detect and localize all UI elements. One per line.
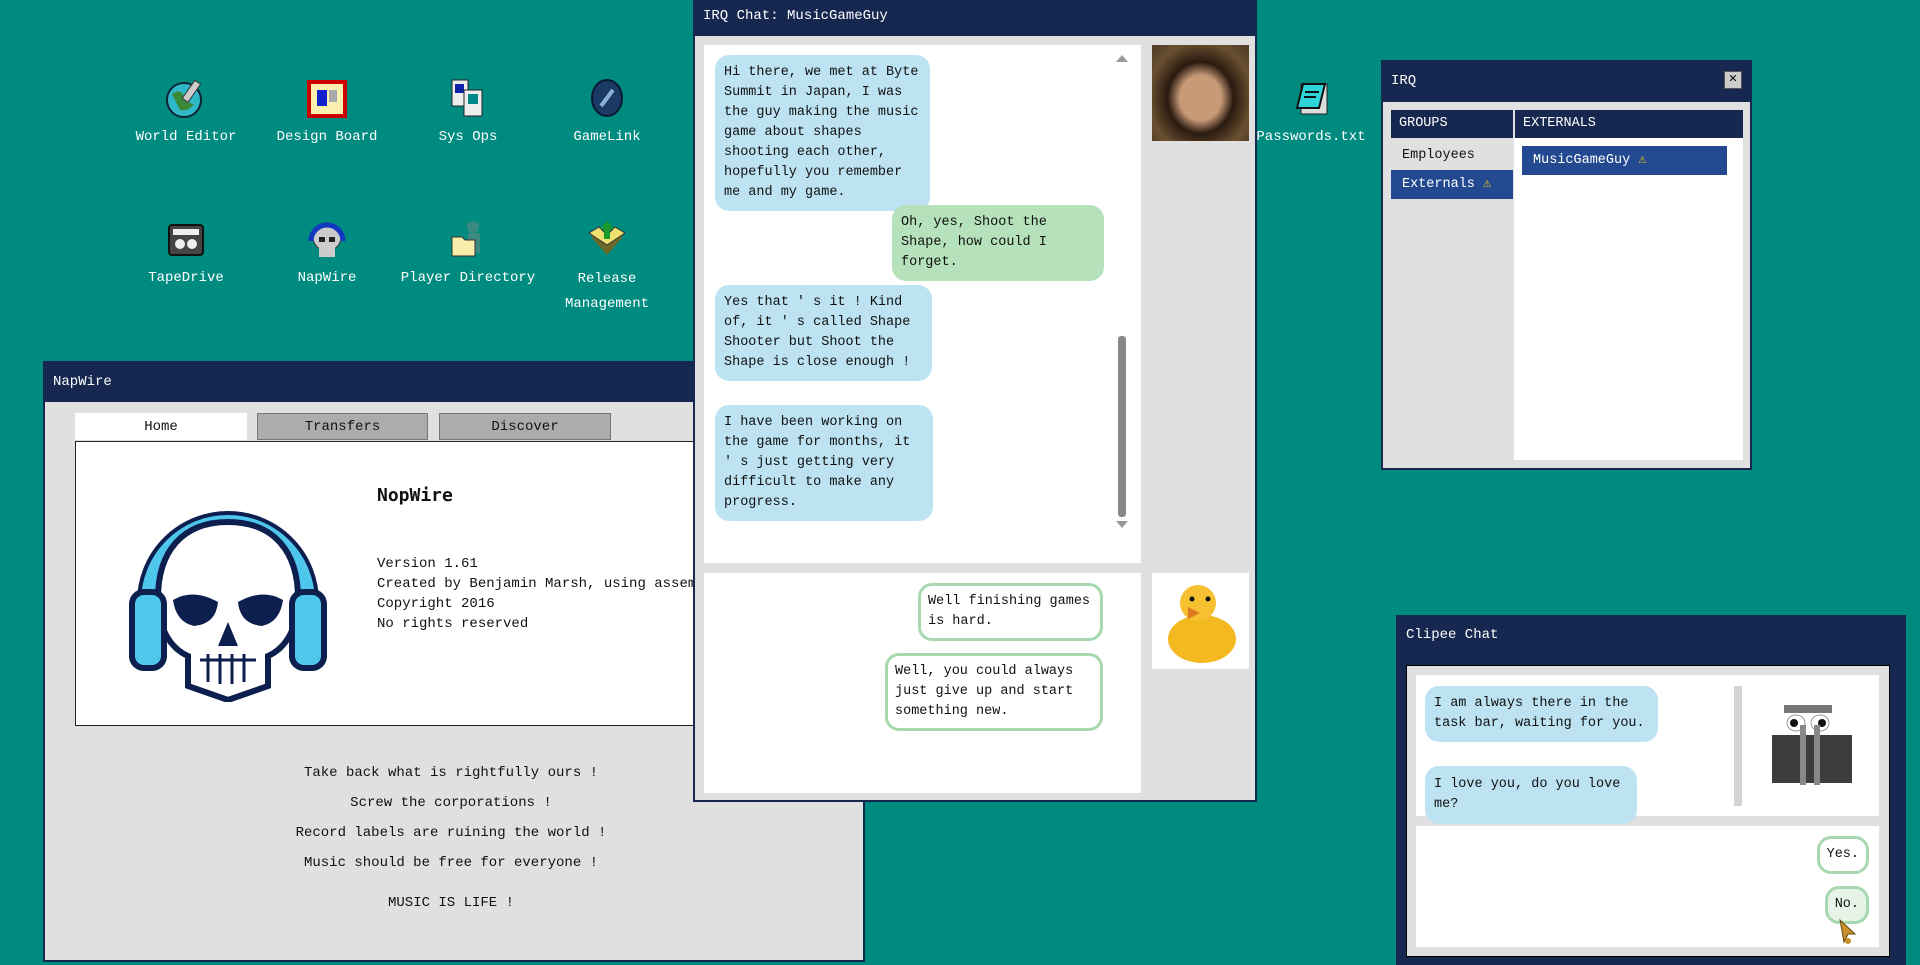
message-outgoing: Oh, yes, Shoot the Shape, how could I fo… xyxy=(892,205,1104,281)
window-title: IRQ Chat: MusicGameGuy xyxy=(703,8,888,24)
clipee-frame: I am always there in the task bar, waiti… xyxy=(1406,665,1890,957)
desktop-icon-label: NapWire xyxy=(297,270,357,286)
desktop-icon-label: GameLink xyxy=(573,129,641,145)
message-incoming: I have been working on the game for mont… xyxy=(715,405,933,521)
clipee-paperclip-avatar xyxy=(1772,705,1852,785)
desktop-icon-design-board[interactable]: Design Board xyxy=(252,76,402,148)
author-text: Created by Benjamin Marsh, using assembl… xyxy=(377,576,730,592)
skull-headphones-logo xyxy=(129,511,327,702)
irq-chat-titlebar[interactable]: IRQ Chat: MusicGameGuy xyxy=(695,0,1255,36)
reply-yes[interactable]: Yes. xyxy=(1816,836,1869,874)
mouse-cursor-icon xyxy=(1839,918,1857,944)
scrollbar-thumb[interactable] xyxy=(1118,336,1126,517)
desktop-icon-world-editor[interactable]: World Editor xyxy=(111,76,261,148)
message-incoming: Hi there, we met at Byte Summit in Japan… xyxy=(715,55,930,211)
group-employees[interactable]: Employees xyxy=(1391,142,1513,170)
computers-icon xyxy=(451,79,483,117)
slogan: Music should be free for everyone ! xyxy=(303,855,599,871)
irq-window: IRQ ✕ GROUPS EXTERNALS Employees Externa… xyxy=(1381,60,1752,470)
irq-chat-window: IRQ Chat: MusicGameGuy Hi there, we met … xyxy=(693,0,1257,802)
contact-name: MusicGameGuy xyxy=(1533,153,1631,168)
clipee-titlebar[interactable]: Clipee Chat xyxy=(1398,617,1904,659)
rubber-duck-icon xyxy=(1168,585,1236,663)
contact-avatar xyxy=(1152,45,1249,141)
desktop-icon-player-directory[interactable]: Player Directory xyxy=(393,217,543,289)
box-arrow-icon xyxy=(588,221,626,255)
folder-user-icon xyxy=(451,221,480,257)
desktop-icon-label: Design Board xyxy=(276,129,378,145)
message-incoming: I love you, do you love me? xyxy=(1425,766,1637,824)
notepad-icon xyxy=(1295,83,1328,115)
external-contact-musicgameguy[interactable]: MusicGameGuy ⚠ xyxy=(1522,146,1727,175)
message-history[interactable]: Hi there, we met at Byte Summit in Japan… xyxy=(704,45,1141,563)
motto: MUSIC IS LIFE ! xyxy=(387,895,515,911)
groups-header: GROUPS xyxy=(1391,110,1513,138)
desktop-icon-release-management[interactable]: Release Management xyxy=(532,217,682,317)
version-text: Version 1.61 xyxy=(377,556,478,572)
desktop-icon-napwire[interactable]: NapWire xyxy=(252,217,402,289)
desktop-icon-label: Passwords.txt xyxy=(1256,129,1366,145)
close-icon: ✕ xyxy=(1728,72,1738,87)
desktop-icon-label: Sys Ops xyxy=(438,129,498,145)
globe-pencil-icon xyxy=(166,79,202,118)
window-title: Clipee Chat xyxy=(1406,627,1499,643)
irq-titlebar[interactable]: IRQ xyxy=(1383,62,1750,102)
externals-header: EXTERNALS xyxy=(1515,110,1743,138)
rights-text: No rights reserved xyxy=(377,616,529,632)
skull-headphones-icon xyxy=(308,222,346,257)
externals-list: MusicGameGuy ⚠ xyxy=(1514,138,1743,460)
tab-home[interactable]: Home xyxy=(75,413,247,440)
link-icon xyxy=(591,79,623,117)
clipee-messages: I am always there in the task bar, waiti… xyxy=(1416,675,1879,824)
desktop-icon-label: Player Directory xyxy=(400,270,536,286)
desktop-icon-gamelink[interactable]: GameLink xyxy=(532,76,682,148)
clipee-chat-window: Clipee Chat I am always there in the tas… xyxy=(1396,615,1906,965)
close-button[interactable]: ✕ xyxy=(1724,71,1742,89)
app-name: NopWire xyxy=(377,485,453,506)
desktop-icon-label: TapeDrive xyxy=(148,270,224,286)
board-icon xyxy=(307,80,347,118)
reply-option[interactable]: Well finishing games is hard. xyxy=(918,583,1103,641)
window-title: NapWire xyxy=(53,374,112,390)
desktop-icon-label: Release Management xyxy=(564,271,649,312)
message-incoming: Yes that ' s it ! Kind of, it ' s called… xyxy=(715,285,932,381)
tape-icon xyxy=(168,224,204,256)
user-avatar-duck xyxy=(1152,573,1249,669)
desktop-icon-label: World Editor xyxy=(135,129,237,145)
message-incoming: I am always there in the task bar, waiti… xyxy=(1425,686,1658,742)
warning-icon: ⚠ xyxy=(1638,153,1647,168)
scroll-up-arrow[interactable] xyxy=(1116,55,1128,62)
scroll-down-arrow[interactable] xyxy=(1116,521,1128,528)
desktop-icon-sys-ops[interactable]: Sys Ops xyxy=(393,76,543,148)
window-title: IRQ xyxy=(1391,73,1417,89)
group-externals[interactable]: Externals ⚠ xyxy=(1391,170,1513,199)
clipee-replies: Yes. No. xyxy=(1416,826,1879,947)
desktop-icon-tapedrive[interactable]: TapeDrive xyxy=(111,217,261,289)
divider xyxy=(1734,686,1742,806)
app-info: Version 1.61 Created by Benjamin Marsh, … xyxy=(377,554,730,634)
group-label: Externals xyxy=(1402,177,1475,192)
desktop-icon-passwords[interactable]: Passwords.txt xyxy=(1236,76,1386,148)
reply-option[interactable]: Well, you could always just give up and … xyxy=(885,653,1103,731)
reply-options: Well finishing games is hard. Well, you … xyxy=(704,573,1141,793)
warning-icon: ⚠ xyxy=(1483,177,1492,192)
tab-transfers[interactable]: Transfers xyxy=(257,413,428,440)
copyright-text: Copyright 2016 xyxy=(377,596,495,612)
tab-discover[interactable]: Discover xyxy=(439,413,611,440)
slogan: Record labels are ruining the world ! xyxy=(295,825,607,841)
